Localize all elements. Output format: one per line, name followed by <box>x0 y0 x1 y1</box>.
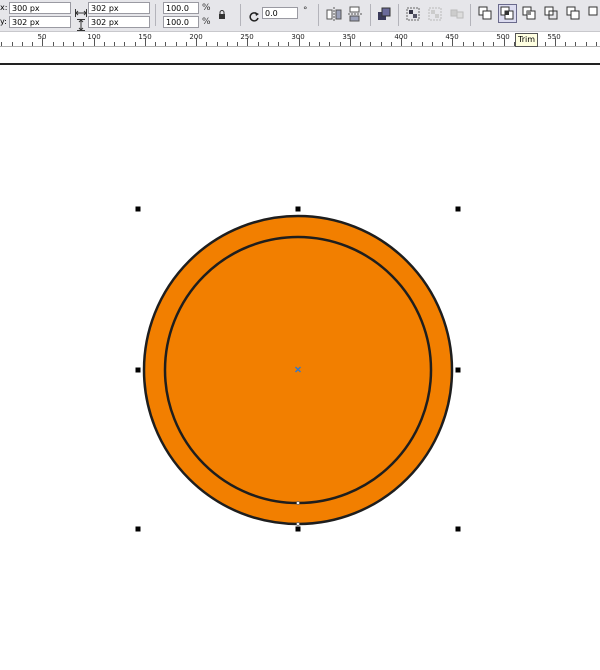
width-field[interactable]: 302 px <box>88 2 150 14</box>
selection-handle-top-right[interactable] <box>455 206 461 212</box>
selection-handle-top-left[interactable] <box>135 206 141 212</box>
rotation-field[interactable]: 0.0 <box>262 7 298 19</box>
page-border <box>0 63 600 65</box>
separator <box>155 4 156 26</box>
ruler-tick-label: 450 <box>445 33 459 41</box>
trim-button[interactable] <box>498 4 517 23</box>
separator <box>398 4 399 26</box>
selection-handle-middle-left[interactable] <box>135 367 141 373</box>
node-marker <box>296 522 300 526</box>
selection-handle-bottom-left[interactable] <box>135 526 141 532</box>
mirror-vertical-icon[interactable] <box>347 6 363 22</box>
group-icon[interactable] <box>405 6 421 22</box>
ungroup-all-icon <box>449 6 465 22</box>
x-position-field[interactable]: 300 px <box>9 2 71 14</box>
horizontal-ruler: 50 100 150 200 250 300 350 400 450 500 5… <box>0 32 600 47</box>
height-icon <box>76 16 86 31</box>
degree-unit: ° <box>303 6 308 16</box>
ungroup-icon <box>427 6 443 22</box>
separator <box>318 4 319 26</box>
selection-handle-top-center[interactable] <box>295 206 301 212</box>
mirror-horizontal-icon[interactable] <box>326 6 342 22</box>
y-position-field[interactable]: 302 px <box>9 16 71 28</box>
ruler-tick-label: 200 <box>189 33 203 41</box>
arrange-icon[interactable] <box>376 6 392 22</box>
selection-handle-bottom-center[interactable] <box>295 526 301 532</box>
lock-ratio-icon[interactable] <box>217 5 227 19</box>
separator <box>470 4 471 26</box>
ruler-tick-label: 550 <box>547 33 561 41</box>
height-field[interactable]: 302 px <box>88 16 150 28</box>
ruler-tick-label: 400 <box>394 33 408 41</box>
scale-x-field[interactable]: 100.0 <box>163 2 199 14</box>
ruler-tick-label: 50 <box>37 33 47 41</box>
ruler-tick-label: 250 <box>240 33 254 41</box>
property-bar: x: 300 px y: 302 px 302 px 302 px 100.0 … <box>0 0 600 32</box>
front-minus-back-button[interactable] <box>564 4 583 23</box>
ruler-tick-label: 350 <box>342 33 356 41</box>
node-marker <box>296 501 300 505</box>
trim-tooltip: Trim <box>515 33 539 47</box>
rotate-icon <box>248 8 260 22</box>
weld-button[interactable] <box>476 4 495 23</box>
separator <box>240 4 241 26</box>
simplify-button[interactable] <box>542 4 561 23</box>
ruler-tick-label: 500 <box>496 33 510 41</box>
separator <box>370 4 371 26</box>
selection-handle-middle-right[interactable] <box>455 367 461 373</box>
scale-y-field[interactable]: 100.0 <box>163 16 199 28</box>
scale-x-unit: % <box>202 3 211 13</box>
ruler-tick-label: 300 <box>291 33 305 41</box>
drawing-canvas[interactable] <box>0 66 600 666</box>
y-label: y: <box>0 17 7 26</box>
back-minus-front-button[interactable] <box>586 4 600 23</box>
x-label: x: <box>0 3 8 12</box>
ruler-tick-label: 100 <box>87 33 101 41</box>
width-icon <box>75 3 87 17</box>
scale-y-unit: % <box>202 17 211 27</box>
intersect-button[interactable] <box>520 4 539 23</box>
ruler-tick-label: 150 <box>138 33 152 41</box>
selection-handle-bottom-right[interactable] <box>455 526 461 532</box>
